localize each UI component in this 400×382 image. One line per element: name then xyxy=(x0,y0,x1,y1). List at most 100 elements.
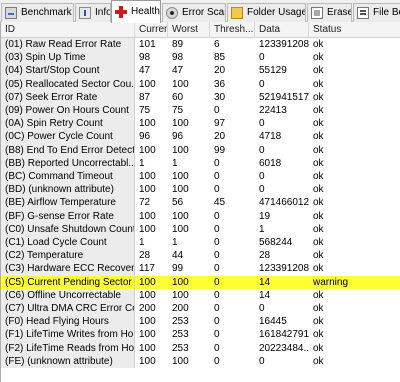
attribute-name-cell: (04) Start/Stop Count xyxy=(1,64,135,78)
current-value-cell: 98 xyxy=(139,52,151,64)
tab-erase[interactable]: Erase xyxy=(307,3,352,22)
worst-value-cell: 100 xyxy=(172,223,189,235)
threshold-value-cell: 0 xyxy=(214,263,220,275)
table-row[interactable]: (04) Start/Stop Count 47 47 20 55129 ok xyxy=(1,64,400,78)
attribute-name-cell: (C2) Temperature xyxy=(1,249,135,263)
table-row[interactable]: (09) Power On Hours Count 75 75 0 22413 ok xyxy=(1,104,400,118)
column-header-worst[interactable]: Worst xyxy=(168,22,210,38)
raw-data-cell: 0 xyxy=(259,144,265,156)
raw-data-cell: 4718 xyxy=(259,131,282,143)
table-row[interactable]: (B8) End To End Error Detect... 100 100 99 0… xyxy=(1,143,400,157)
table-row[interactable]: (FE) (unknown attribute) 100 100 0 0 ok xyxy=(1,354,400,368)
status-cell: ok xyxy=(313,250,324,262)
table-row[interactable]: (C3) Hardware ECC Recover... 117 99 0 123391… xyxy=(1,262,400,276)
table-row[interactable]: (05) Reallocated Sector Cou... 100 100 36 0 o… xyxy=(1,77,400,91)
status-cell: ok xyxy=(313,210,324,222)
table-row[interactable]: (BE) Airflow Temperature 72 56 45 471466012 o… xyxy=(1,196,400,210)
tab-health[interactable]: Health xyxy=(111,0,161,23)
status-cell: ok xyxy=(313,52,324,64)
table-row[interactable]: (F1) LifeTime Writes from Ho... 100 253 0 16… xyxy=(1,328,400,342)
table-row[interactable]: (C5) Current Pending Sector ... 100 100 0 14… xyxy=(1,275,400,289)
tab-label: Error Scan xyxy=(182,7,226,18)
status-cell: ok xyxy=(313,223,324,235)
table-row[interactable]: (F0) Head Flying Hours 100 253 0 16445 ok xyxy=(1,315,400,329)
column-header-data[interactable]: Data xyxy=(255,22,309,38)
table-row[interactable]: (C6) Offline Uncorrectable 100 100 0 14 ok xyxy=(1,288,400,302)
table-row[interactable]: (BD) (unknown attribute) 100 100 0 0 ok xyxy=(1,183,400,197)
column-header-status[interactable]: Status xyxy=(309,22,400,38)
raw-data-cell: 123391208 xyxy=(259,263,309,275)
error-scan-icon xyxy=(166,7,178,19)
status-cell: ok xyxy=(313,263,324,275)
worst-value-cell: 47 xyxy=(172,65,184,77)
worst-value-cell: 89 xyxy=(172,39,184,50)
attribute-name-cell: (03) Spin Up Time xyxy=(1,51,135,65)
attribute-name-cell: (B8) End To End Error Detect... xyxy=(1,143,135,157)
worst-value-cell: 200 xyxy=(172,303,189,314)
threshold-value-cell: 99 xyxy=(214,144,226,156)
attribute-name-cell: (0C) Power Cycle Count xyxy=(1,130,135,144)
raw-data-cell: 0 xyxy=(259,118,265,130)
table-row[interactable]: (C2) Temperature 28 44 0 28 ok xyxy=(1,249,400,263)
current-value-cell: 200 xyxy=(139,303,156,314)
table-row[interactable]: (C7) Ultra DMA CRC Error Co... 200 200 0 0 ok xyxy=(1,302,400,316)
table-row[interactable]: (07) Seek Error Rate 87 60 30 521941517 ok xyxy=(1,90,400,104)
tab-label: File Be xyxy=(373,7,400,18)
current-value-cell: 100 xyxy=(139,78,156,90)
file-icon xyxy=(357,7,369,19)
tab-label: Info xyxy=(95,7,111,18)
raw-data-cell: 568244 xyxy=(259,237,293,248)
attribute-name-cell: (BB) Reported Uncorrectabl... xyxy=(1,156,135,170)
table-row[interactable]: (03) Spin Up Time 98 98 85 0 ok xyxy=(1,51,400,65)
table-row[interactable]: (BB) Reported Uncorrectabl... 1 1 0 6018 ok xyxy=(1,156,400,170)
current-value-cell: 100 xyxy=(139,118,156,130)
attribute-name-cell: (BC) Command Timeout xyxy=(1,170,135,184)
attribute-name-cell: (01) Raw Read Error Rate xyxy=(1,38,135,52)
current-value-cell: 100 xyxy=(139,329,156,341)
status-cell: ok xyxy=(313,157,324,169)
tab-benchmark[interactable]: Benchmark xyxy=(1,3,74,22)
worst-value-cell: 99 xyxy=(172,263,184,275)
raw-data-cell: 55129 xyxy=(259,65,287,77)
raw-data-cell: 0 xyxy=(259,184,265,196)
current-value-cell: 100 xyxy=(139,223,156,235)
raw-data-cell: 1 xyxy=(259,223,265,235)
tab-folder-usage[interactable]: Folder Usage xyxy=(227,3,306,22)
tab-error-scan[interactable]: Error Scan xyxy=(162,3,226,22)
tab-label: Health xyxy=(131,6,160,17)
column-header-current[interactable]: Current xyxy=(135,22,168,38)
table-row[interactable]: (F2) LifeTime Reads from Ho... 100 253 0 202… xyxy=(1,341,400,355)
column-header-threshold[interactable]: Thresh... xyxy=(210,22,255,38)
raw-data-cell: 0 xyxy=(259,355,265,367)
column-header-id[interactable]: ID xyxy=(1,22,135,38)
table-row[interactable]: (0C) Power Cycle Count 96 96 20 4718 ok xyxy=(1,130,400,144)
status-cell: ok xyxy=(313,39,324,50)
table-row[interactable]: (BF) G-sense Error Rate 100 100 0 19 ok xyxy=(1,209,400,223)
status-cell: ok xyxy=(313,184,324,196)
tab-info[interactable]: Info xyxy=(75,3,111,22)
table-row[interactable]: (C0) Unsafe Shutdown Count ... 100 100 0 1 ok xyxy=(1,222,400,236)
threshold-value-cell: 0 xyxy=(214,157,220,169)
threshold-value-cell: 30 xyxy=(214,91,226,103)
attribute-name-cell: (FE) (unknown attribute) xyxy=(1,354,135,368)
status-cell: ok xyxy=(313,342,324,354)
raw-data-cell: 0 xyxy=(259,171,265,182)
table-row[interactable]: (0A) Spin Retry Count 100 100 97 0 ok xyxy=(1,117,400,131)
worst-value-cell: 100 xyxy=(172,78,189,90)
tab-label: Folder Usage xyxy=(247,7,306,18)
table-row[interactable]: (BC) Command Timeout 100 100 0 0 ok xyxy=(1,170,400,184)
worst-value-cell: 75 xyxy=(172,105,184,116)
status-cell: ok xyxy=(313,329,324,341)
table-row[interactable]: (01) Raw Read Error Rate 101 89 6 123391208 o… xyxy=(1,38,400,52)
tab-file-benchmark[interactable]: File Be xyxy=(353,3,400,22)
attribute-name-cell: (BE) Airflow Temperature xyxy=(1,196,135,210)
status-cell: ok xyxy=(313,91,324,103)
current-value-cell: 100 xyxy=(139,355,156,367)
threshold-value-cell: 36 xyxy=(214,78,226,90)
threshold-value-cell: 0 xyxy=(214,355,220,367)
table-row[interactable]: (C1) Load Cycle Count 1 1 0 568244 ok xyxy=(1,236,400,250)
status-cell: warning xyxy=(313,276,349,288)
threshold-value-cell: 0 xyxy=(214,276,220,288)
worst-value-cell: 60 xyxy=(172,91,184,103)
raw-data-cell: 28 xyxy=(259,250,271,262)
